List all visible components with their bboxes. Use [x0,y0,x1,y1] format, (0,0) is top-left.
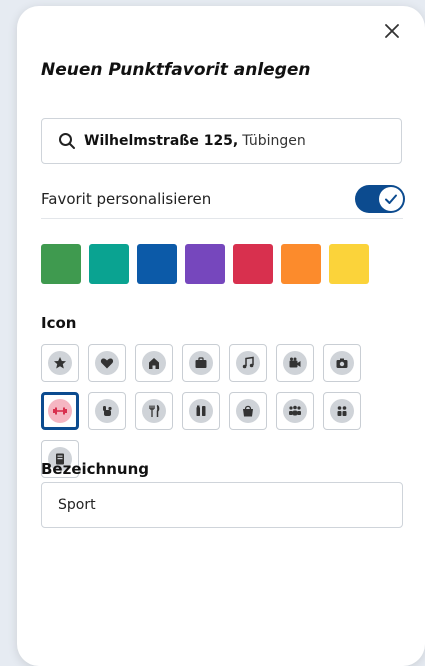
briefcase-icon [195,357,207,368]
icon-option-family[interactable] [323,392,361,430]
close-icon [385,24,399,38]
color-swatch-teal[interactable] [89,244,129,284]
icon-option-pet[interactable] [88,392,126,430]
restaurant-icon [149,404,160,417]
icon-section-label: Icon [41,314,77,332]
pet-icon [103,406,112,416]
checkmark-icon [385,194,397,204]
icon-option-drink[interactable] [182,392,220,430]
icon-option-group[interactable] [276,392,314,430]
dumbbell-icon [53,407,67,415]
star-icon [54,357,66,369]
home-icon [149,358,159,369]
icon-option-restaurant[interactable] [135,392,173,430]
create-favorite-dialog: Neuen Punktfavorit anlegen Wilhelmstraße… [17,6,425,666]
address-search-field[interactable]: Wilhelmstraße 125, Tübingen [41,118,402,164]
personalize-toggle[interactable] [355,185,405,213]
music-icon [242,356,254,369]
video-camera-icon [289,357,301,368]
icon-option-shopping-bag[interactable] [229,392,267,430]
search-street: Wilhelmstraße 125, [84,133,239,149]
close-button[interactable] [381,20,403,42]
icon-option-video-camera[interactable] [276,344,314,382]
icon-option-heart[interactable] [88,344,126,382]
icon-option-star[interactable] [41,344,79,382]
icon-option-briefcase[interactable] [182,344,220,382]
icon-option-dumbbell[interactable] [41,392,79,430]
drink-icon [196,405,206,416]
icon-option-music[interactable] [229,344,267,382]
color-swatch-purple[interactable] [185,244,225,284]
color-swatch-red[interactable] [233,244,273,284]
group-icon [289,405,301,416]
name-field-label: Bezeichnung [41,460,149,478]
color-swatch-yellow[interactable] [329,244,369,284]
heart-icon [100,358,114,369]
icon-option-home[interactable] [135,344,173,382]
color-swatch-green[interactable] [41,244,81,284]
toggle-knob [379,187,403,211]
name-input[interactable] [41,482,403,528]
dialog-title: Neuen Punktfavorit anlegen [41,60,311,80]
shopping-bag-icon [243,405,253,417]
icon-option-camera[interactable] [323,344,361,382]
color-swatch-blue[interactable] [137,244,177,284]
icon-picker [41,344,381,478]
color-swatch-orange[interactable] [281,244,321,284]
camera-icon [336,358,348,368]
search-icon [59,133,75,149]
search-city: Tübingen [242,133,306,149]
personalize-label: Favorit personalisieren [41,190,212,208]
family-icon [337,406,347,416]
color-picker [41,244,369,284]
personalize-row: Favorit personalisieren [41,180,405,219]
